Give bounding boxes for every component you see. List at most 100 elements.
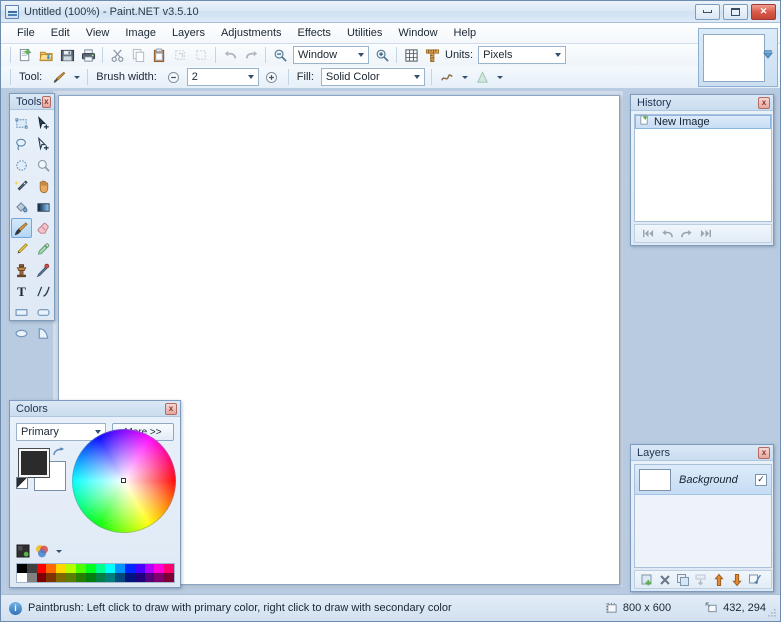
layer-visibility-checkbox[interactable]: ✓ [755,474,767,486]
color-wheel-icon[interactable] [35,544,49,558]
duplicate-layer-icon[interactable] [675,572,690,587]
close-icon[interactable]: x [758,447,770,459]
cut-icon[interactable] [107,46,127,65]
tool-recolor[interactable] [33,260,54,280]
menu-utilities[interactable]: Utilities [339,24,390,42]
save-icon[interactable] [57,46,77,65]
palette-swatch[interactable] [135,573,145,582]
zoom-level-combo[interactable]: Window [293,46,369,64]
tool-paint-bucket[interactable] [11,197,32,217]
print-icon[interactable] [78,46,98,65]
tool-dropdown-icon[interactable] [72,68,81,86]
menu-help[interactable]: Help [446,24,485,42]
tool-eraser[interactable] [33,218,54,238]
swap-colors-icon[interactable] [52,447,66,459]
palette-swatch[interactable] [86,564,96,573]
menu-adjustments[interactable]: Adjustments [213,24,290,42]
palette-swatch[interactable] [27,564,37,573]
redo-icon[interactable] [241,46,261,65]
paintbrush-icon[interactable] [49,68,69,87]
maximize-button[interactable] [723,4,748,20]
palette-icon[interactable] [16,544,30,558]
chevron-down-icon[interactable] [762,49,774,61]
paste-icon[interactable] [149,46,169,65]
tool-ellipse-select[interactable] [11,155,32,175]
rewind-icon[interactable] [641,227,655,241]
palette-swatch[interactable] [164,573,174,582]
close-icon[interactable]: x [165,403,177,415]
palette-swatch[interactable] [66,573,76,582]
tool-color-picker[interactable] [33,239,54,259]
palette-swatch[interactable] [115,564,125,573]
chevron-down-icon[interactable] [244,69,258,85]
layer-properties-icon[interactable] [747,572,762,587]
reset-colors-icon[interactable] [16,477,28,489]
palette-swatch[interactable] [145,564,155,573]
history-item[interactable]: New Image [635,115,771,129]
undo-icon[interactable] [660,227,674,241]
palette-swatch[interactable] [164,564,174,573]
tool-pencil[interactable] [11,239,32,259]
crop-to-selection-icon[interactable] [170,46,190,65]
tool-rounded-rectangle[interactable] [33,302,54,322]
chevron-down-icon[interactable] [551,47,565,63]
copy-icon[interactable] [128,46,148,65]
brush-width-input[interactable]: 2 [187,68,259,86]
close-button[interactable]: ✕ [751,4,776,20]
tool-magic-wand[interactable] [11,176,32,196]
antialiasing-dropdown-icon[interactable] [496,68,505,86]
palette-swatch[interactable] [115,573,125,582]
palette-swatch[interactable] [125,564,135,573]
chevron-down-icon[interactable] [354,47,368,63]
fast-forward-icon[interactable] [698,227,712,241]
color-wheel-cursor[interactable] [121,478,126,483]
menu-view[interactable]: View [78,24,118,42]
chevron-down-icon[interactable] [410,69,424,85]
palette-swatch[interactable] [17,573,27,582]
tool-rectangle[interactable] [11,302,32,322]
palette-swatch[interactable] [105,573,115,582]
palette-swatch[interactable] [135,564,145,573]
menu-file[interactable]: File [9,24,43,42]
minimize-button[interactable] [695,4,720,20]
merge-layer-down-icon[interactable] [693,572,708,587]
palette-swatch[interactable] [154,564,164,573]
color-palette[interactable] [16,563,175,583]
palette-swatch[interactable] [145,573,155,582]
palette-swatch[interactable] [76,564,86,573]
open-icon[interactable] [36,46,56,65]
grid-icon[interactable] [401,46,421,65]
undo-icon[interactable] [220,46,240,65]
menu-edit[interactable]: Edit [43,24,78,42]
tool-freeform-shape[interactable] [33,323,54,343]
add-new-layer-icon[interactable] [639,572,654,587]
palette-swatch[interactable] [66,564,76,573]
palette-swatch[interactable] [125,573,135,582]
color-wheel[interactable] [72,429,176,533]
palette-swatch[interactable] [46,564,56,573]
palette-swatch[interactable] [96,564,106,573]
tool-lasso-select[interactable] [11,134,32,154]
tool-ellipse[interactable] [11,323,32,343]
zoom-in-icon[interactable] [372,46,392,65]
palette-swatch[interactable] [86,573,96,582]
tool-paintbrush[interactable] [11,218,32,238]
primary-color-swatch[interactable] [18,448,50,478]
palette-swatch[interactable] [96,573,106,582]
palette-swatch[interactable] [154,573,164,582]
brush-width-decrease-button[interactable] [164,68,184,87]
move-layer-down-icon[interactable] [729,572,744,587]
layers-list[interactable]: Background ✓ [634,464,772,568]
tool-move-selected-pixels[interactable] [33,113,54,133]
palette-swatch[interactable] [76,573,86,582]
deselect-all-icon[interactable] [191,46,211,65]
tool-zoom[interactable] [33,155,54,175]
tool-gradient[interactable] [33,197,54,217]
rulers-icon[interactable] [422,46,442,65]
tool-rectangle-select[interactable] [11,113,32,133]
blend-mode-dropdown-icon[interactable] [461,68,470,86]
palette-swatch[interactable] [17,564,27,573]
palette-swatch[interactable] [56,573,66,582]
palette-swatch[interactable] [27,573,37,582]
close-icon[interactable]: x [758,97,770,109]
